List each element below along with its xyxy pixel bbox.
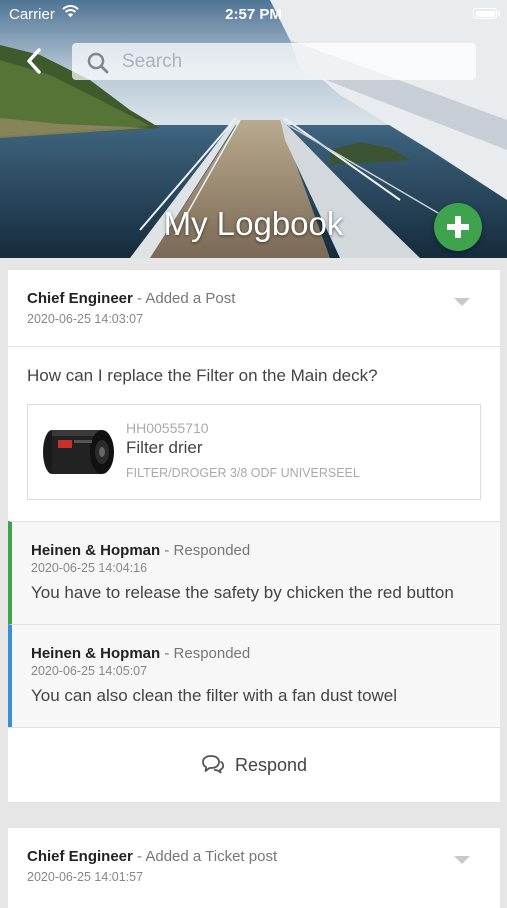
post-card: Chief Engineer - Added a Ticket post 202… — [8, 828, 500, 908]
search-input[interactable] — [122, 43, 462, 80]
product-name: Filter drier — [126, 438, 203, 457]
status-time: 2:57 PM — [225, 6, 282, 23]
post-header: Chief Engineer - Added a Post 2020-06-25… — [8, 270, 500, 347]
response-timestamp: 2020-06-25 14:04:16 — [31, 561, 148, 575]
product-sku: HH00555710 — [126, 420, 209, 436]
header-hero: Carrier 2:57 PM My Logbook — [0, 0, 507, 258]
status-bar: Carrier 2:57 PM — [0, 0, 507, 28]
chat-bubbles-icon — [202, 755, 225, 774]
response-author: Heinen & Hopman — [31, 542, 161, 559]
page-title: My Logbook — [163, 205, 344, 242]
response-action: - Responded — [160, 542, 251, 559]
response-item: Heinen & Hopman - Responded 2020-06-25 1… — [8, 624, 500, 727]
post-author-line: Chief Engineer - Added a Ticket post — [27, 848, 277, 865]
response-author-line: Heinen & Hopman - Responded — [31, 645, 250, 662]
search-bar[interactable] — [72, 43, 476, 80]
battery-icon — [473, 8, 497, 19]
product-description: FILTER/DROGER 3/8 ODF UNIVERSEEL — [126, 466, 360, 480]
post-action: - Added a Post — [132, 290, 236, 307]
product-card[interactable]: HH00555710 Filter drier FILTER/DROGER 3/… — [27, 404, 481, 500]
search-icon — [86, 51, 110, 80]
response-author-line: Heinen & Hopman - Responded — [31, 542, 250, 559]
chevron-down-icon[interactable] — [454, 298, 470, 306]
product-image — [43, 430, 114, 474]
post-timestamp: 2020-06-25 14:01:57 — [27, 870, 144, 884]
post-action: - Added a Ticket post — [132, 848, 278, 865]
response-author: Heinen & Hopman — [31, 645, 161, 662]
response-text: You have to release the safety by chicke… — [31, 583, 454, 602]
back-button[interactable] — [22, 46, 48, 76]
post-card: Chief Engineer - Added a Post 2020-06-25… — [8, 270, 500, 802]
response-text: You can also clean the filter with a fan… — [31, 686, 398, 705]
response-action: - Responded — [160, 645, 251, 662]
post-author-line: Chief Engineer - Added a Post — [27, 290, 235, 307]
respond-button[interactable]: Respond — [8, 727, 500, 802]
post-question: How can I replace the Filter on the Main… — [27, 366, 378, 385]
post-timestamp: 2020-06-25 14:03:07 — [27, 312, 144, 326]
chevron-down-icon[interactable] — [454, 856, 470, 864]
back-arrow-icon — [27, 48, 41, 74]
post-author: Chief Engineer — [27, 290, 133, 307]
respond-label: Respond — [234, 755, 308, 775]
add-post-button[interactable] — [434, 203, 482, 251]
post-header: Chief Engineer - Added a Ticket post 202… — [8, 828, 500, 904]
post-author: Chief Engineer — [27, 848, 133, 865]
response-item: Heinen & Hopman - Responded 2020-06-25 1… — [8, 521, 500, 624]
battery-nub — [498, 11, 500, 16]
response-timestamp: 2020-06-25 14:05:07 — [31, 664, 148, 678]
